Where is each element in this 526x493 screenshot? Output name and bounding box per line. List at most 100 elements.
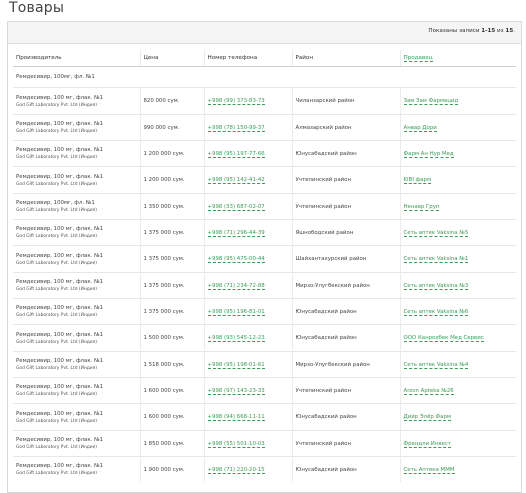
product-maker: God Gift Laboratory Pvt. Ltd (Индия) — [16, 366, 98, 371]
cell-phone: +998 (78) 150-99-37 — [204, 114, 293, 141]
phone-link[interactable]: +998 (95) 196-81-01 — [207, 308, 265, 316]
cell-phone: +998 (95) 475-00-44 — [204, 245, 293, 273]
column-header-price: Цена — [140, 50, 205, 67]
product-name: Ремдесивир, 100 мг, флак. №1 — [16, 147, 104, 153]
summary-suffix: . — [513, 28, 515, 34]
cell-district: Учтепинский район — [292, 430, 401, 457]
cell-phone: +998 (33) 687-02-07 — [204, 193, 293, 220]
cell-manufacturer: Ремдесивир, 100 мг, флак. №1 God Gift Lab… — [13, 219, 141, 246]
product-name: Ремдесивир, 100мг, фл. №1 — [16, 200, 95, 206]
product-name: Ремдесивир, 100 мг, флак. №1 — [16, 173, 104, 180]
cell-seller: Сеть Аптека МММ — [400, 456, 516, 482]
cell-price: 1 600 000 сум. — [140, 403, 205, 431]
cell-manufacturer: Ремдесивир, 100 мг, флак. №1 God Gift Lab… — [13, 298, 141, 325]
cell-seller: Френдли Инвест — [400, 430, 516, 457]
table-row: Ремдесивир, 100 мг, флак. №1 God Gift Lab… — [13, 87, 516, 115]
table-row: Ремдесивир, 100 мг, флак. №1 God Gift Lab… — [13, 430, 516, 457]
cell-manufacturer: Ремдесивир, 100 мг, флак. №1 God Gift Lab… — [13, 403, 141, 431]
seller-link[interactable]: Сеть аптек Vaksina №4 — [403, 361, 469, 369]
cell-manufacturer: Ремдесивир, 100 мг, флак. №1 God Gift Lab… — [13, 377, 141, 404]
product-maker: God Gift Laboratory Pvt. Ltd (Индия) — [16, 234, 98, 239]
product-maker: God Gift Laboratory Pvt. Ltd (Индия) — [16, 392, 98, 397]
phone-link[interactable]: +998 (99) 373-83-73 — [207, 98, 265, 105]
table-row: Ремдесивир, 100 мг, флак. №1 God Gift Lab… — [13, 114, 516, 141]
cell-seller: Анвар Дори — [400, 114, 516, 141]
product-maker: God Gift Laboratory Pvt. Ltd (Индия) — [16, 181, 98, 187]
cell-seller: Ненавр Груп — [400, 193, 516, 220]
cell-district: Юнусабадский район — [292, 324, 401, 352]
cell-district: Учтепинский район — [292, 377, 401, 404]
cell-seller: Фарм Ан Нур Мед — [400, 140, 516, 167]
phone-link[interactable]: +998 (93) 545-12-23 — [207, 335, 265, 342]
product-name: Ремдесивир, 100 мг, флак. №1 — [16, 121, 104, 127]
cell-phone: +998 (97) 143-23-33 — [204, 377, 293, 404]
product-maker: God Gift Laboratory Pvt. Ltd (Индия) — [16, 129, 98, 134]
cell-phone: +998 (94) 668-11-11 — [204, 403, 293, 431]
seller-link[interactable]: Сеть аптек Vaksina №3 — [403, 282, 469, 290]
phone-link[interactable]: +998 (95) 475-00-44 — [207, 256, 265, 263]
cell-seller: Сеть аптек Vaksina №3 — [400, 272, 516, 299]
column-header-district: Район — [292, 50, 401, 67]
product-maker: God Gift Laboratory Pvt. Ltd (Индия) — [16, 471, 98, 476]
seller-link[interactable]: Зам Зам Фармацид — [403, 98, 459, 105]
seller-link[interactable]: Френдли Инвест — [403, 440, 451, 448]
product-maker: God Gift Laboratory Pvt. Ltd (Индия) — [16, 155, 98, 160]
phone-link[interactable]: +998 (71) 296-44-39 — [207, 229, 265, 237]
product-name: Ремдесивир, 100 мг, флак. №1 — [16, 226, 104, 232]
phone-link[interactable]: +998 (71) 234-72-88 — [207, 282, 265, 290]
cell-district: Алмазарский район — [292, 114, 401, 141]
cell-phone: +998 (71) 296-44-39 — [204, 219, 293, 246]
cell-manufacturer: Ремдесивир, 100 мг, флак. №1 God Gift Lab… — [13, 87, 141, 115]
cell-phone: +998 (71) 220-20-15 — [204, 456, 293, 482]
product-name: Ремдесивир, 100 мг, флак. №1 — [16, 410, 104, 417]
phone-link[interactable]: +998 (71) 220-20-15 — [207, 466, 265, 474]
product-maker: God Gift Laboratory Pvt. Ltd (Индия) — [16, 260, 98, 266]
phone-link[interactable]: +998 (97) 143-23-33 — [207, 387, 265, 395]
phone-link[interactable]: +998 (78) 150-99-37 — [207, 124, 265, 132]
cell-phone: +998 (71) 234-72-88 — [204, 272, 293, 299]
cell-manufacturer: Ремдесивир, 100 мг, флак. №1 God Gift Lab… — [13, 456, 141, 482]
seller-link[interactable]: Arzon Apteka №26 — [403, 387, 454, 395]
summary-prefix: Показаны записи — [428, 28, 482, 34]
phone-link[interactable]: +998 (94) 668-11-11 — [207, 414, 265, 421]
phone-link[interactable]: +998 (95) 198-01-61 — [207, 361, 265, 369]
cell-seller: Сеть аптек Vaksina №6 — [400, 298, 516, 325]
cell-district: Юнусабадский район — [292, 140, 401, 167]
summary-middle: из — [495, 28, 506, 34]
seller-link[interactable]: Фарм Ан Нур Мед — [403, 150, 454, 158]
seller-link[interactable]: KIBI фарм — [403, 177, 432, 184]
phone-link[interactable]: +998 (33) 687-02-07 — [207, 203, 265, 211]
seller-link[interactable]: Дийр Элёр Фарм — [403, 414, 451, 421]
seller-link[interactable]: Ненавр Груп — [403, 203, 440, 211]
cell-seller: Arzon Apteka №26 — [400, 377, 516, 404]
table-row: Ремдесивир, 100 мг, флак. №1 God Gift Lab… — [13, 351, 516, 378]
cell-manufacturer: Ремдесивир, 100 мг, флак. №1 God Gift Lab… — [13, 272, 141, 299]
cell-price: 1 350 000 сум. — [140, 193, 205, 220]
cell-price: 1 200 000 сум. — [140, 166, 205, 194]
table-row: Ремдесивир, 100 мг, флак. №1 God Gift Lab… — [13, 166, 516, 194]
cell-district: Мирзо-Улугбекский район — [292, 351, 401, 378]
sort-by-seller-link[interactable]: Продавец — [403, 55, 433, 62]
cell-phone: +998 (95) 198-01-61 — [204, 351, 293, 378]
cell-manufacturer: Ремдесивир, 100мг, фл. №1 God Gift Labora… — [13, 193, 141, 220]
column-header-seller[interactable]: Продавец — [400, 50, 516, 67]
cell-manufacturer: Ремдесивир, 100 мг, флак. №1 God Gift Lab… — [13, 324, 141, 352]
seller-link[interactable]: Сеть аптек Vaksina №5 — [403, 229, 469, 237]
cell-district: Яшнободский район — [292, 219, 401, 246]
product-name: Ремдесивир, 100 мг, флак. №1 — [16, 305, 104, 311]
seller-link[interactable]: Анвар Дори — [403, 124, 437, 132]
cell-seller: Дийр Элёр Фарм — [400, 403, 516, 431]
phone-link[interactable]: +998 (95) 197-77-66 — [207, 150, 265, 158]
phone-link[interactable]: +998 (55) 501-10-03 — [207, 440, 265, 448]
seller-link[interactable]: Сеть аптек Vaksina №6 — [403, 308, 469, 316]
cell-price: 1 375 000 сум. — [140, 298, 205, 325]
seller-link[interactable]: Сеть аптек Vaksina №1 — [403, 256, 469, 263]
cell-price: 1 375 000 сум. — [140, 272, 205, 299]
cell-price: 1 200 000 сум. — [140, 140, 205, 167]
cell-district: Чиланзарский район — [292, 87, 401, 115]
phone-link[interactable]: +998 (95) 142-41-42 — [207, 177, 265, 184]
product-maker: God Gift Laboratory Pvt. Ltd (Индия) — [16, 208, 98, 213]
seller-link[interactable]: Сеть Аптека МММ — [403, 466, 455, 474]
seller-link[interactable]: ООО Канрохбек Мед Сервис — [403, 335, 484, 342]
cell-phone: +998 (95) 142-41-42 — [204, 166, 293, 194]
